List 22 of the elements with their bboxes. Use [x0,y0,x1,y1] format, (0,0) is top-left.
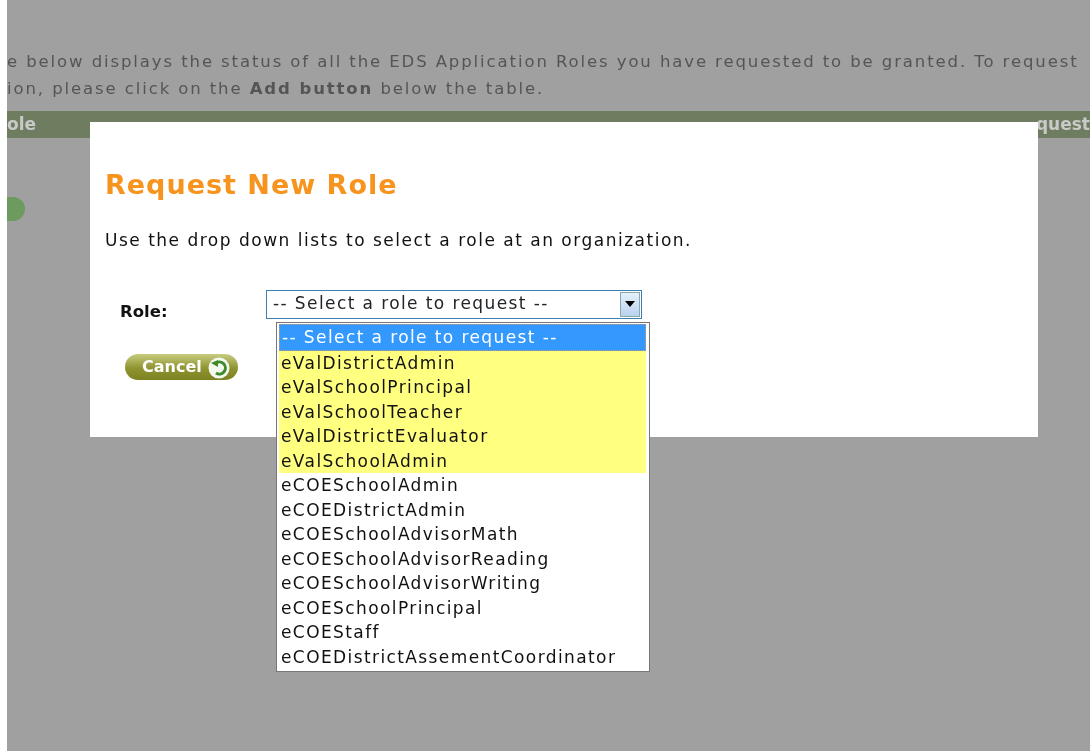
dropdown-option[interactable]: eValSchoolPrincipal [279,375,646,400]
dialog-title: Request New Role [105,168,399,202]
role-label: Role: [119,300,169,323]
dropdown-option[interactable]: eCOEDistrictAssementCoordinator [279,644,646,669]
dropdown-option[interactable]: eCOESchoolAdmin [279,473,646,498]
rounded-button[interactable] [7,197,25,221]
dropdown-option[interactable]: eCOESchoolAdvisorWriting [279,571,646,596]
dropdown-option[interactable]: eCOESchoolPrincipal [279,595,646,620]
dropdown-option[interactable]: eCOEDistrictAdmin [279,497,646,522]
column-header: quest [1035,113,1090,136]
dropdown-option[interactable]: eValSchoolTeacher [279,399,646,424]
dropdown-caret-icon [620,291,640,317]
dialog-instructions: Use the drop down lists to select a role at an organization. [105,229,693,252]
dropdown-option[interactable]: eCOESchoolAdvisorReading [279,546,646,571]
dropdown-option[interactable]: eValSchoolAdmin [279,448,646,473]
dropdown-option[interactable]: eCOEStaff [279,620,646,645]
dropdown-option[interactable]: eCOESchoolAdvisorMath [279,522,646,547]
role-select[interactable]: -- Select a role to request -- [266,289,642,319]
column-header: ole [7,113,37,136]
dropdown-option[interactable]: eValDistrictEvaluator [279,424,646,449]
dropdown-option[interactable]: eValDistrictAdmin [279,350,646,375]
intro-paragraph: e below displays the status of all the EDS Application Roles you have requested to be granted. To request ion, please click on the Add button below the table. [7,51,1079,100]
